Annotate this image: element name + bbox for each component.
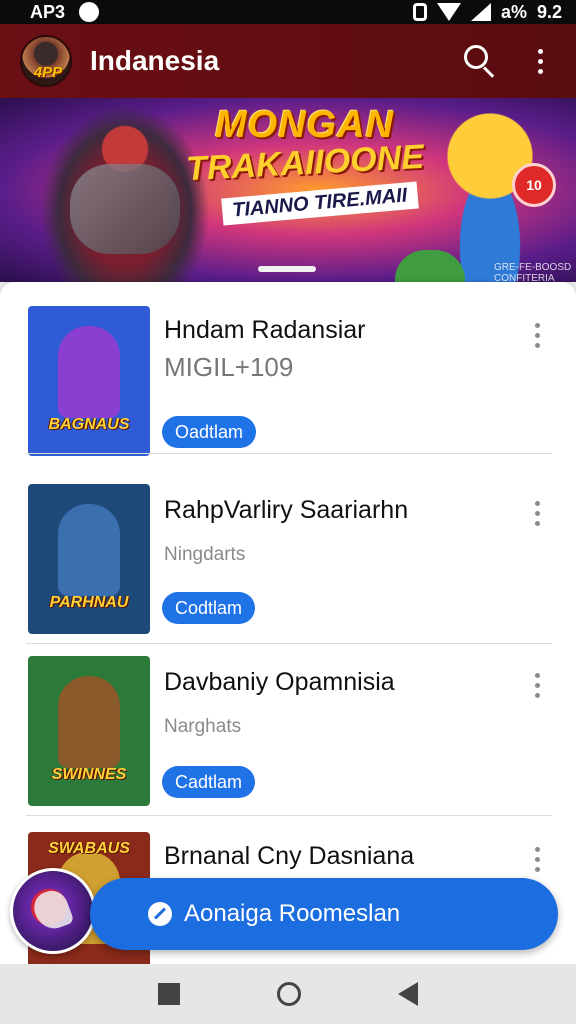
heart-icon (29, 886, 75, 934)
battery-text: a% (500, 1, 527, 22)
promo-avatar-button[interactable] (10, 868, 96, 954)
thumbnail-caption: BAGNAUS (48, 416, 130, 433)
primary-action-label: Aonaiga Roomeslan (184, 900, 401, 927)
item-title: Brnanal Cny Dasniana (164, 842, 415, 870)
banner-tagline: TIANNO TIRE.MAII (221, 181, 419, 226)
item-action-button[interactable]: Oadtlam (162, 416, 257, 448)
item-more-button[interactable] (526, 842, 548, 876)
back-button[interactable] (397, 982, 418, 1006)
banner-fine-print: GRE-FE-BOOSD CONFITERIA (494, 262, 572, 282)
coin-badge: 10 (512, 163, 556, 207)
recents-button[interactable] (158, 983, 181, 1005)
carousel-indicator[interactable] (258, 266, 316, 272)
thumbnail-caption: SWABAUS (48, 840, 130, 857)
more-vert-icon (537, 48, 543, 54)
item-action-button[interactable]: Cadtlam (162, 766, 256, 798)
game-thumbnail[interactable]: PARHNAU (28, 484, 150, 634)
status-bar: AP3 a% 9.2 (0, 0, 576, 24)
item-subtitle: Ningdarts (164, 544, 246, 565)
item-subtitle: MIGIL+109 (164, 352, 294, 382)
wifi-icon (436, 3, 461, 21)
app-title: Indanesia (90, 45, 220, 76)
item-action-button[interactable]: Codtlam (162, 592, 256, 624)
more-vert-icon (534, 500, 540, 506)
more-vert-icon (534, 846, 540, 852)
item-title: Davbaniy Opamnisia (164, 668, 395, 696)
overflow-menu-button[interactable] (522, 39, 558, 83)
more-vert-icon (534, 672, 540, 678)
status-text: AP3 (30, 1, 66, 22)
warrior-illustration (40, 104, 210, 282)
system-nav-bar (0, 964, 576, 1024)
more-vert-icon (534, 322, 540, 328)
item-more-button[interactable] (526, 668, 548, 702)
item-title: Hndam Radansiar (164, 316, 366, 344)
list-item[interactable]: SWINNES Davbaniy Opamnisia Narghats Cadt… (26, 644, 552, 816)
home-button[interactable] (276, 982, 301, 1006)
list-item[interactable]: BAGNAUS Hndam Radansiar MIGIL+109 Oadtla… (26, 282, 552, 456)
avatar-badge: 4PP (33, 64, 63, 81)
avatar[interactable]: 4PP (20, 35, 72, 87)
app-list: BAGNAUS Hndam Radansiar MIGIL+109 Oadtla… (0, 282, 576, 982)
item-more-button[interactable] (526, 318, 548, 352)
item-title: RahpVarliry Saariarhn (164, 496, 409, 524)
lock-icon (412, 3, 427, 21)
game-thumbnail[interactable]: SWINNES (28, 656, 150, 806)
thumbnail-caption: SWINNES (51, 766, 127, 783)
divider (26, 453, 552, 454)
game-thumbnail[interactable]: BAGNAUS (28, 306, 150, 456)
promo-banner[interactable]: 10 MONGAN TRAKAIIOONE TIANNO TIRE.MAII G… (0, 98, 576, 282)
primary-action-button[interactable]: Aonaiga Roomeslan (90, 878, 558, 950)
app-bar: 4PP Indanesia (0, 24, 576, 98)
divider (26, 815, 552, 816)
clock: 9.2 (536, 1, 562, 22)
signal-icon (470, 3, 491, 21)
item-more-button[interactable] (526, 496, 548, 530)
notification-icon (79, 2, 100, 22)
list-item[interactable]: PARHNAU RahpVarliry Saariarhn Ningdarts … (26, 472, 552, 644)
leaf-icon (148, 902, 172, 926)
item-subtitle: Narghats (164, 716, 242, 737)
thumbnail-caption: PARHNAU (49, 594, 129, 611)
search-button[interactable] (458, 39, 502, 83)
